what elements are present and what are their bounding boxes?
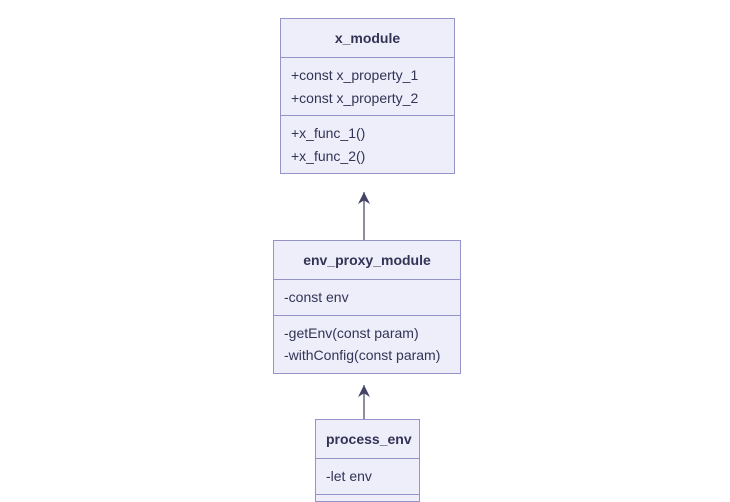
attribute: +const x_property_1 <box>291 64 444 86</box>
class-methods: +x_func_1() +x_func_2() <box>281 116 454 173</box>
class-methods <box>316 495 419 501</box>
class-title: process_env <box>316 420 419 459</box>
class-title: env_proxy_module <box>274 241 460 280</box>
class-title: x_module <box>281 19 454 58</box>
class-attributes: +const x_property_1 +const x_property_2 <box>281 58 454 116</box>
class-env-proxy-module: env_proxy_module -const env -getEnv(cons… <box>273 240 461 374</box>
method: +x_func_2() <box>291 145 444 167</box>
diagram-canvas: x_module +const x_property_1 +const x_pr… <box>0 0 730 502</box>
attribute: -const env <box>284 286 450 308</box>
class-attributes: -let env <box>316 459 419 494</box>
class-process-env: process_env -let env <box>315 419 420 502</box>
class-attributes: -const env <box>274 280 460 315</box>
class-x-module: x_module +const x_property_1 +const x_pr… <box>280 18 455 174</box>
method: +x_func_1() <box>291 122 444 144</box>
method: -getEnv(const param) <box>284 322 450 344</box>
attribute: +const x_property_2 <box>291 87 444 109</box>
attribute: -let env <box>326 465 409 487</box>
class-methods: -getEnv(const param) -withConfig(const p… <box>274 316 460 373</box>
method: -withConfig(const param) <box>284 344 450 366</box>
